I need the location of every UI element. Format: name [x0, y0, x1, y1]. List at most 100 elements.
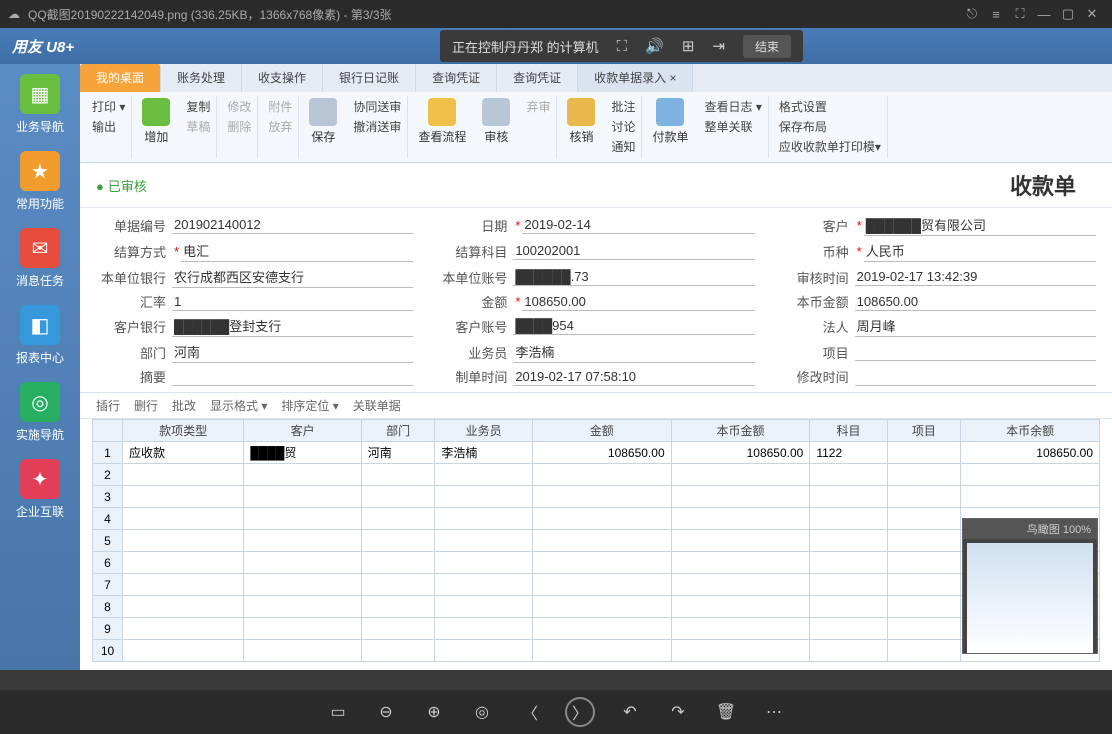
sound-icon[interactable]: 🔊 [645, 37, 664, 55]
transfer-icon[interactable]: ⇥ [712, 37, 725, 55]
table-row[interactable]: 2 [93, 464, 1100, 486]
table-row[interactable]: 5 [93, 530, 1100, 552]
dept-field[interactable]: 河南 [172, 341, 413, 363]
table-row[interactable]: 3 [93, 486, 1100, 508]
table-row[interactable]: 1应收款████贸河南李浩楠108650.00108650.0011221086… [93, 442, 1100, 464]
grid-header[interactable]: 部门 [361, 420, 435, 442]
sales-field[interactable]: 李浩楠 [513, 341, 754, 363]
prev-icon[interactable]: 〈 [517, 699, 543, 725]
grid-action[interactable]: 插行 [96, 397, 120, 414]
grid-action[interactable]: 批改 [172, 397, 196, 414]
zoom-out-icon[interactable]: ⊖ [373, 699, 399, 725]
grid-action[interactable]: 关联单据 [353, 397, 401, 414]
view-flow-button[interactable]: 查看流程 [412, 96, 472, 158]
rotate-left-icon[interactable]: ↶ [617, 699, 643, 725]
add-button[interactable]: 增加 [136, 96, 176, 158]
minimize-button[interactable]: — [1032, 7, 1056, 22]
tab[interactable]: 收款单据录入 [578, 64, 693, 92]
format-setting-button[interactable]: 格式设置 [779, 98, 881, 116]
payment-button[interactable]: 付款单 [646, 96, 694, 158]
save-layout-button[interactable]: 保存布局 [779, 118, 881, 136]
currency-field[interactable]: 人民币 [864, 240, 1096, 262]
end-remote-button[interactable]: 结束 [743, 35, 791, 58]
date-field[interactable]: 2019-02-14 [522, 216, 754, 234]
copy-button[interactable]: 复制 [186, 98, 210, 116]
edit-button[interactable]: 修改 [227, 98, 251, 116]
cust-acct-field[interactable]: ████954 [513, 317, 754, 335]
attach-button[interactable]: 附件 [268, 98, 292, 116]
project-field[interactable] [855, 343, 1096, 361]
link-doc-button[interactable]: 整单关联 [704, 118, 761, 136]
rate-field[interactable]: 1 [172, 293, 413, 311]
sidebar-item[interactable]: ★常用功能 [10, 147, 70, 216]
memo-field[interactable] [172, 368, 413, 386]
submit-review-button[interactable]: 协同送审 [353, 98, 401, 116]
tab[interactable]: 账务处理 [161, 64, 242, 92]
grid-header[interactable]: 金额 [532, 420, 671, 442]
customer-field[interactable]: ██████贸有限公司 [864, 214, 1096, 236]
delete-button[interactable]: 删除 [227, 118, 251, 136]
tab[interactable]: 收支操作 [242, 64, 323, 92]
settle-acct-field[interactable]: 100202001 [513, 242, 754, 260]
grid-header[interactable]: 本币余额 [961, 420, 1100, 442]
notify-button[interactable]: 通知 [611, 138, 635, 156]
view-log-button[interactable]: 查看日志 ▾ [704, 98, 761, 116]
bankacct-field[interactable]: ██████.73 [513, 268, 754, 286]
print-button[interactable]: 打印 ▾ [92, 98, 125, 116]
grid-header[interactable]: 业务员 [435, 420, 533, 442]
thumbnail-panel[interactable]: 鸟瞰图 100% [962, 518, 1098, 654]
table-row[interactable]: 7 [93, 574, 1100, 596]
more-icon[interactable]: ≡ [984, 7, 1008, 22]
more-tools-icon[interactable]: ⋯ [761, 699, 787, 725]
amount-field[interactable]: 108650.00 [522, 293, 754, 311]
grid-header[interactable] [93, 420, 123, 442]
export-button[interactable]: 输出 [92, 118, 125, 136]
local-amount-field[interactable]: 108650.00 [855, 293, 1096, 311]
sidebar-item[interactable]: ✉消息任务 [10, 224, 70, 293]
close-button[interactable]: ✕ [1080, 6, 1104, 22]
pin-icon[interactable]: ⎋ [960, 6, 984, 22]
table-row[interactable]: 8 [93, 596, 1100, 618]
save-button[interactable]: 保存 [303, 96, 343, 158]
add-icon[interactable]: ⊞ [682, 37, 695, 55]
grid-header[interactable]: 科目 [810, 420, 887, 442]
sidebar-item[interactable]: ◧报表中心 [10, 301, 70, 370]
tab[interactable]: 查询凭证 [497, 64, 578, 92]
tab[interactable]: 查询凭证 [416, 64, 497, 92]
crop-icon[interactable]: ▭ [325, 699, 351, 725]
table-row[interactable]: 4 [93, 508, 1100, 530]
expand-icon[interactable]: ⛶ [617, 38, 628, 55]
cancel-review-button[interactable]: 撤消送审 [353, 118, 401, 136]
grid-action[interactable]: 删行 [134, 397, 158, 414]
docno-field[interactable]: 201902140012 [172, 216, 413, 234]
bank-field[interactable]: 农行成都西区安德支行 [172, 266, 413, 288]
annotate-button[interactable]: 批注 [611, 98, 635, 116]
detail-grid[interactable]: 款项类型客户部门业务员金额本币金额科目项目本币余额1应收款████贸河南李浩楠1… [92, 419, 1100, 662]
print-template-button[interactable]: 应收收款单打印模▾ [779, 138, 881, 156]
tab[interactable]: 我的桌面 [80, 64, 161, 92]
sidebar-item[interactable]: ▦业务导航 [10, 70, 70, 139]
fit-icon[interactable]: ◎ [469, 699, 495, 725]
discuss-button[interactable]: 讨论 [611, 118, 635, 136]
table-row[interactable]: 9 [93, 618, 1100, 640]
tab[interactable]: 银行日记账 [323, 64, 416, 92]
audit-button[interactable]: 审核 [476, 96, 516, 158]
draft-button[interactable]: 草稿 [186, 118, 210, 136]
grid-action[interactable]: 显示格式 ▾ [210, 397, 267, 414]
trash-icon[interactable]: 🗑 [713, 699, 739, 725]
writeoff-button[interactable]: 核销 [561, 96, 601, 158]
discard-button[interactable]: 放弃 [268, 118, 292, 136]
sidebar-item[interactable]: ◎实施导航 [10, 378, 70, 447]
grid-header[interactable]: 客户 [244, 420, 361, 442]
grid-header[interactable]: 款项类型 [123, 420, 244, 442]
fullscreen-icon[interactable]: ⛶ [1008, 6, 1032, 22]
zoom-in-icon[interactable]: ⊕ [421, 699, 447, 725]
maximize-button[interactable]: ▢ [1056, 6, 1080, 22]
grid-header[interactable]: 项目 [887, 420, 961, 442]
unaudit-button[interactable]: 弃审 [526, 98, 550, 116]
grid-header[interactable]: 本币金额 [671, 420, 810, 442]
grid-action[interactable]: 排序定位 ▾ [281, 397, 338, 414]
sidebar-item[interactable]: ✦企业互联 [10, 455, 70, 524]
rotate-right-icon[interactable]: ↷ [665, 699, 691, 725]
legal-person-field[interactable]: 周月峰 [855, 315, 1096, 337]
